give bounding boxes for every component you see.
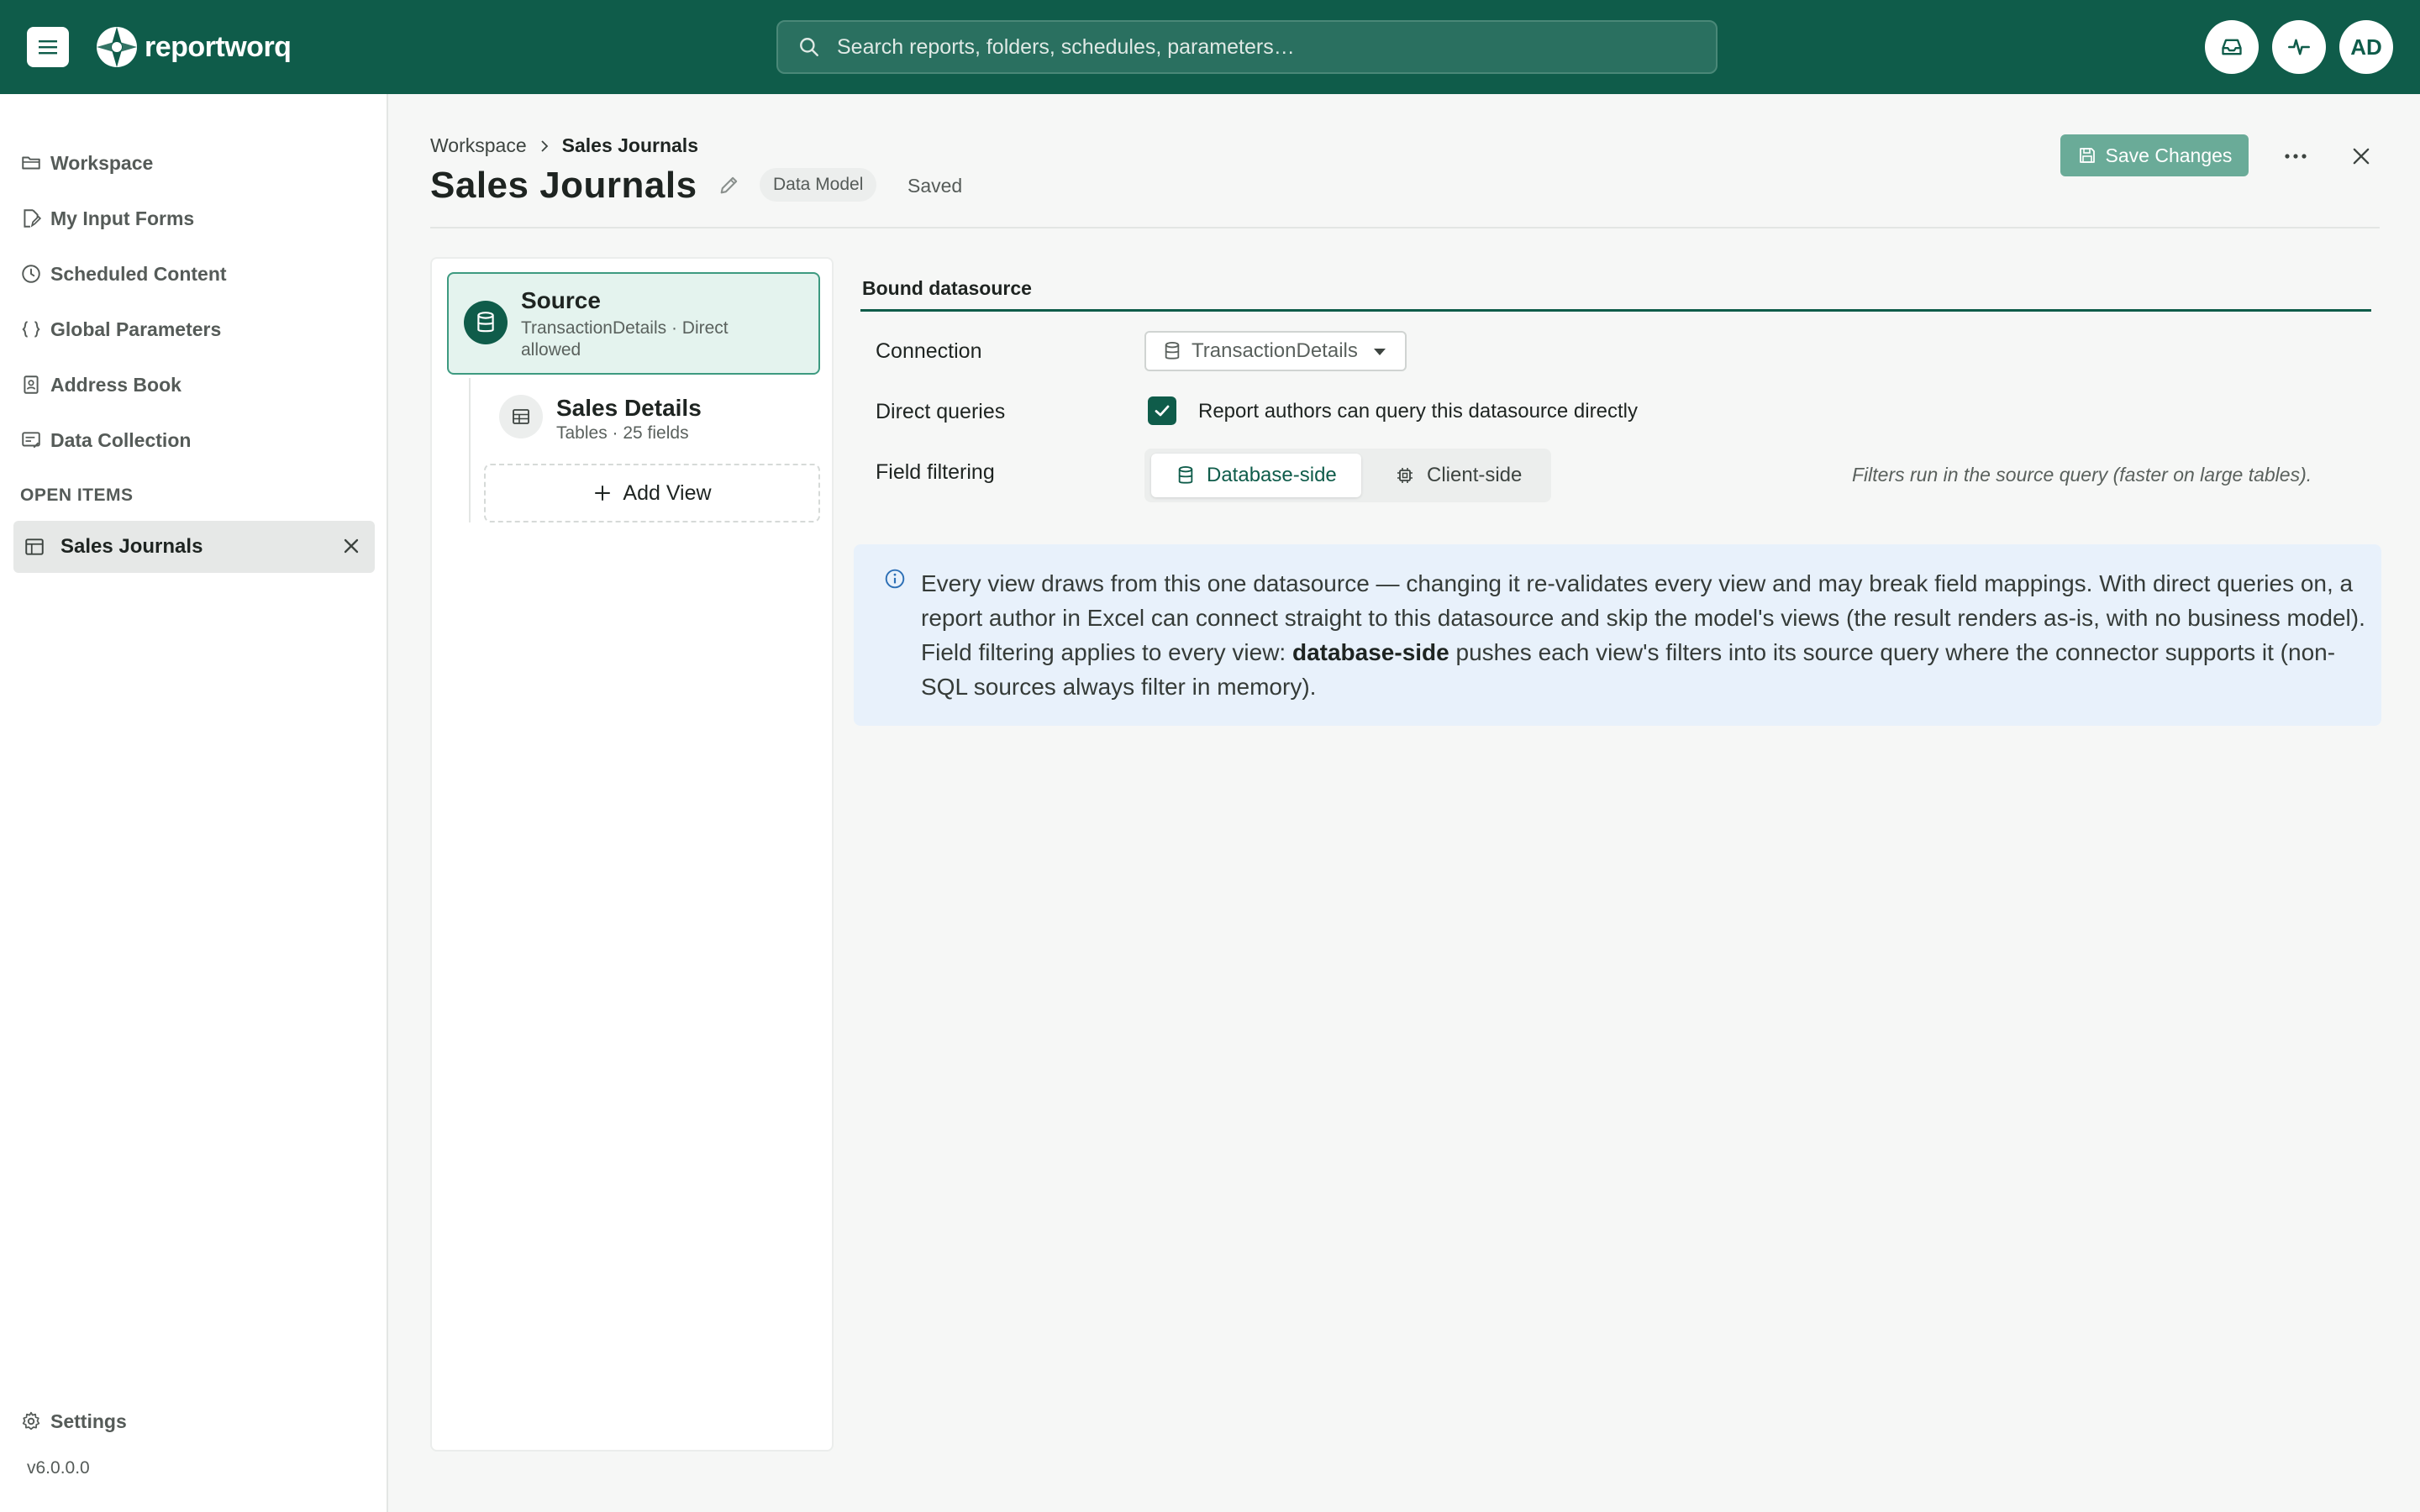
database-side-option[interactable]: Database-side xyxy=(1151,454,1361,497)
connection-value: TransactionDetails xyxy=(1192,339,1358,362)
checkmark-icon xyxy=(1155,405,1170,417)
sidebar-item-label: Workspace xyxy=(50,151,154,174)
search-input[interactable]: Search reports, folders, schedules, para… xyxy=(776,20,1718,74)
hamburger-icon xyxy=(39,40,57,55)
info-text: Every view draws from this one datasourc… xyxy=(921,566,2366,704)
data-collection-icon xyxy=(22,432,40,449)
breadcrumb-current: Sales Journals xyxy=(561,134,698,156)
caret-down-icon xyxy=(1374,349,1386,355)
search-placeholder: Search reports, folders, schedules, para… xyxy=(837,34,1295,59)
pencil-icon[interactable] xyxy=(718,173,741,197)
version-label: v6.0.0.0 xyxy=(27,1458,90,1478)
sidebar-item-data-collection[interactable]: Data Collection xyxy=(20,423,191,457)
logo-mark-icon xyxy=(97,27,137,67)
connection-label: Connection xyxy=(876,339,982,363)
view-item-subtitle: Tables · 25 fields xyxy=(556,423,689,443)
sidebar: Workspace My Input Forms Scheduled Conte… xyxy=(0,94,388,1512)
chip-icon xyxy=(1397,468,1413,483)
table-icon xyxy=(499,395,543,438)
gear-icon xyxy=(22,1411,40,1431)
plus-icon xyxy=(595,486,611,501)
open-item-label: Sales Journals xyxy=(60,535,203,558)
field-filtering-toggle: Database-side Client-side xyxy=(1144,449,1551,502)
view-item-title[interactable]: Sales Details xyxy=(556,395,702,422)
sidebar-item-label: Data Collection xyxy=(50,428,192,451)
chevron-right-icon xyxy=(540,139,548,152)
top-bar: reportworq Search reports, folders, sche… xyxy=(0,0,2420,94)
direct-queries-checkbox[interactable] xyxy=(1148,396,1176,425)
database-icon xyxy=(1165,341,1180,360)
brand-name: reportworq xyxy=(145,30,292,63)
sidebar-item-my-input-forms[interactable]: My Input Forms xyxy=(20,202,194,235)
page-title: Sales Journals xyxy=(430,165,697,206)
sidebar-item-scheduled-content[interactable]: Scheduled Content xyxy=(20,257,227,291)
folder-icon xyxy=(22,156,40,170)
breadcrumb: Workspace Sales Journals xyxy=(430,134,698,157)
braces-icon xyxy=(22,321,40,338)
database-icon xyxy=(1178,466,1193,484)
source-node[interactable]: Source TransactionDetails · Direct allow… xyxy=(447,272,820,375)
direct-queries-label: Direct queries xyxy=(876,400,1006,423)
close-icon xyxy=(2353,148,2370,165)
save-icon xyxy=(2079,148,2095,163)
client-side-label: Client-side xyxy=(1427,464,1523,486)
sidebar-item-workspace[interactable]: Workspace xyxy=(20,146,153,180)
brand-logo[interactable]: reportworq xyxy=(94,24,292,71)
direct-queries-text[interactable]: Report authors can query this datasource… xyxy=(1198,400,1638,423)
search-icon xyxy=(800,38,818,56)
views-panel: Source TransactionDetails · Direct allow… xyxy=(430,257,834,1452)
settings-button[interactable]: Settings xyxy=(20,1404,127,1438)
table-icon xyxy=(25,538,44,555)
settings-label: Settings xyxy=(50,1410,127,1432)
close-editor-button[interactable] xyxy=(2344,139,2378,173)
data-model-badge: Data Model xyxy=(760,168,877,202)
open-items-heading: OPEN ITEMS xyxy=(20,486,134,505)
info-icon xyxy=(885,569,905,589)
inbox-icon xyxy=(2222,39,2242,55)
more-horizontal-icon xyxy=(2285,154,2307,159)
sidebar-item-label: My Input Forms xyxy=(50,207,195,229)
menu-button[interactable] xyxy=(27,27,69,67)
sidebar-item-global-parameters[interactable]: Global Parameters xyxy=(20,312,221,346)
source-title: Source xyxy=(521,287,601,313)
field-filtering-label: Field filtering xyxy=(876,460,995,484)
tree-connector xyxy=(469,378,471,522)
add-view-button[interactable]: Add View xyxy=(484,464,820,522)
open-item-sales-journals[interactable]: Sales Journals xyxy=(13,521,375,573)
activity-pulse-icon xyxy=(2288,39,2310,55)
user-avatar[interactable]: AD xyxy=(2339,20,2393,74)
client-side-option[interactable]: Client-side xyxy=(1383,454,1543,497)
sidebar-item-label: Global Parameters xyxy=(50,318,222,340)
save-status: Saved xyxy=(908,175,963,197)
connection-select[interactable]: TransactionDetails xyxy=(1144,331,1407,371)
filtering-hint: Filters run in the source query (faster … xyxy=(1852,464,2312,486)
sidebar-item-address-book[interactable]: Address Book xyxy=(20,368,182,402)
inbox-button[interactable] xyxy=(2205,20,2259,74)
database-icon xyxy=(464,301,508,344)
clock-icon xyxy=(22,265,40,283)
header-divider xyxy=(430,227,2380,228)
activity-button[interactable] xyxy=(2272,20,2326,74)
close-icon[interactable] xyxy=(339,534,363,558)
bound-datasource-heading: Bound datasource xyxy=(862,277,1032,299)
breadcrumb-workspace[interactable]: Workspace xyxy=(430,134,527,157)
add-view-label: Add View xyxy=(623,480,712,505)
section-underline xyxy=(860,309,2371,312)
save-changes-button[interactable]: Save Changes xyxy=(2060,134,2249,176)
source-subtitle: TransactionDetails · Direct allowed xyxy=(521,318,729,360)
save-changes-label: Save Changes xyxy=(2105,144,2233,166)
database-side-label: Database-side xyxy=(1207,464,1337,486)
form-edit-icon xyxy=(24,209,42,228)
info-callout: Every view draws from this one datasourc… xyxy=(854,544,2381,726)
contact-book-icon xyxy=(24,375,39,394)
sidebar-item-label: Address Book xyxy=(50,373,182,396)
info-text-bold: database-side xyxy=(1292,639,1449,665)
more-options-button[interactable] xyxy=(2279,139,2312,173)
sidebar-item-label: Scheduled Content xyxy=(50,262,227,285)
